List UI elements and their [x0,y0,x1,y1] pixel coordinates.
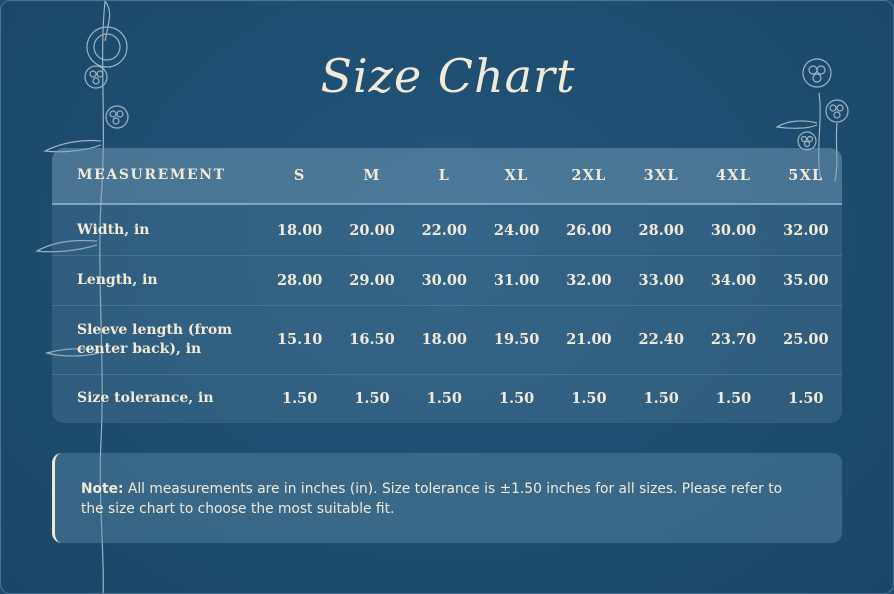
note-prefix: Note: [81,481,124,497]
header-measurement: MEASUREMENT [77,167,226,183]
note-text: All measurements are in inches (in). Siz… [81,481,783,517]
header-size-s: S [293,167,306,184]
table-cell: 1.50 [643,390,679,407]
table-row-sleeve-length: Sleeve length (from center back), in 15.… [52,305,842,375]
page-frame: Size Chart MEASUREMENT S M L XL 2XL 3XL … [0,0,894,594]
table-cell: 18.00 [421,331,467,348]
table-cell: 20.00 [349,221,395,239]
table-cell: 1.50 [282,390,318,407]
table-cell: 21.00 [566,331,612,348]
table-cell: 23.70 [710,331,757,348]
table-cell: 25.00 [783,331,829,348]
table-row-width: Width, in 18.00 20.00 22.00 24.00 26.00 … [52,205,842,256]
table-cell: 19.50 [493,331,540,348]
table-cell: 1.50 [715,390,752,407]
table-cell: 1.50 [788,390,824,407]
table-cell: 30.00 [421,271,467,289]
size-chart-table: MEASUREMENT S M L XL 2XL 3XL 4XL 5XL Wid… [52,148,842,423]
table-cell: 34.00 [710,271,757,289]
row-label-length: Length, in [77,271,158,288]
table-cell: 31.00 [493,271,540,289]
table-cell: 18.00 [276,221,323,239]
table-cell: 22.00 [421,221,467,239]
table-cell: 29.00 [349,271,395,289]
header-size-m: M [363,167,381,184]
measurement-note: Note: All measurements are in inches (in… [52,453,842,543]
table-cell: 22.40 [638,331,684,348]
table-cell: 28.00 [638,221,684,239]
table-cell: 24.00 [493,221,540,239]
table-row-length: Length, in 28.00 29.00 30.00 31.00 32.00… [52,255,842,306]
table-cell: 15.10 [276,331,323,348]
table-cell: 33.00 [638,271,684,289]
table-cell: 1.50 [426,390,462,407]
header-size-l: L [438,167,450,184]
table-row-size-tolerance: Size tolerance, in 1.50 1.50 1.50 1.50 1… [52,374,842,423]
table-cell: 32.00 [566,271,612,289]
table-cell: 30.00 [710,221,757,239]
header-size-4xl: 4XL [715,167,752,184]
row-label-size-tolerance: Size tolerance, in [77,390,214,406]
row-label-line: center back), in [77,340,202,357]
row-label-sleeve-length: Sleeve length (from center back), in [52,321,264,359]
table-cell: 1.50 [571,390,607,407]
row-label-width: Width, in [77,221,150,238]
table-cell: 16.50 [349,331,395,348]
table-cell: 1.50 [354,390,390,407]
table-cell: 1.50 [498,390,535,407]
table-cell: 32.00 [783,221,829,239]
header-size-3xl: 3XL [643,167,679,184]
header-size-2xl: 2XL [571,167,607,184]
header-size-xl: XL [504,167,529,184]
table-cell: 26.00 [566,221,612,239]
table-header-row: MEASUREMENT S M L XL 2XL 3XL 4XL 5XL [52,148,842,205]
table-cell: 28.00 [276,271,323,289]
header-size-5xl: 5XL [788,167,824,184]
table-cell: 35.00 [783,271,829,289]
page-title: Size Chart [320,49,576,103]
row-label-line: Sleeve length (from [77,321,233,338]
